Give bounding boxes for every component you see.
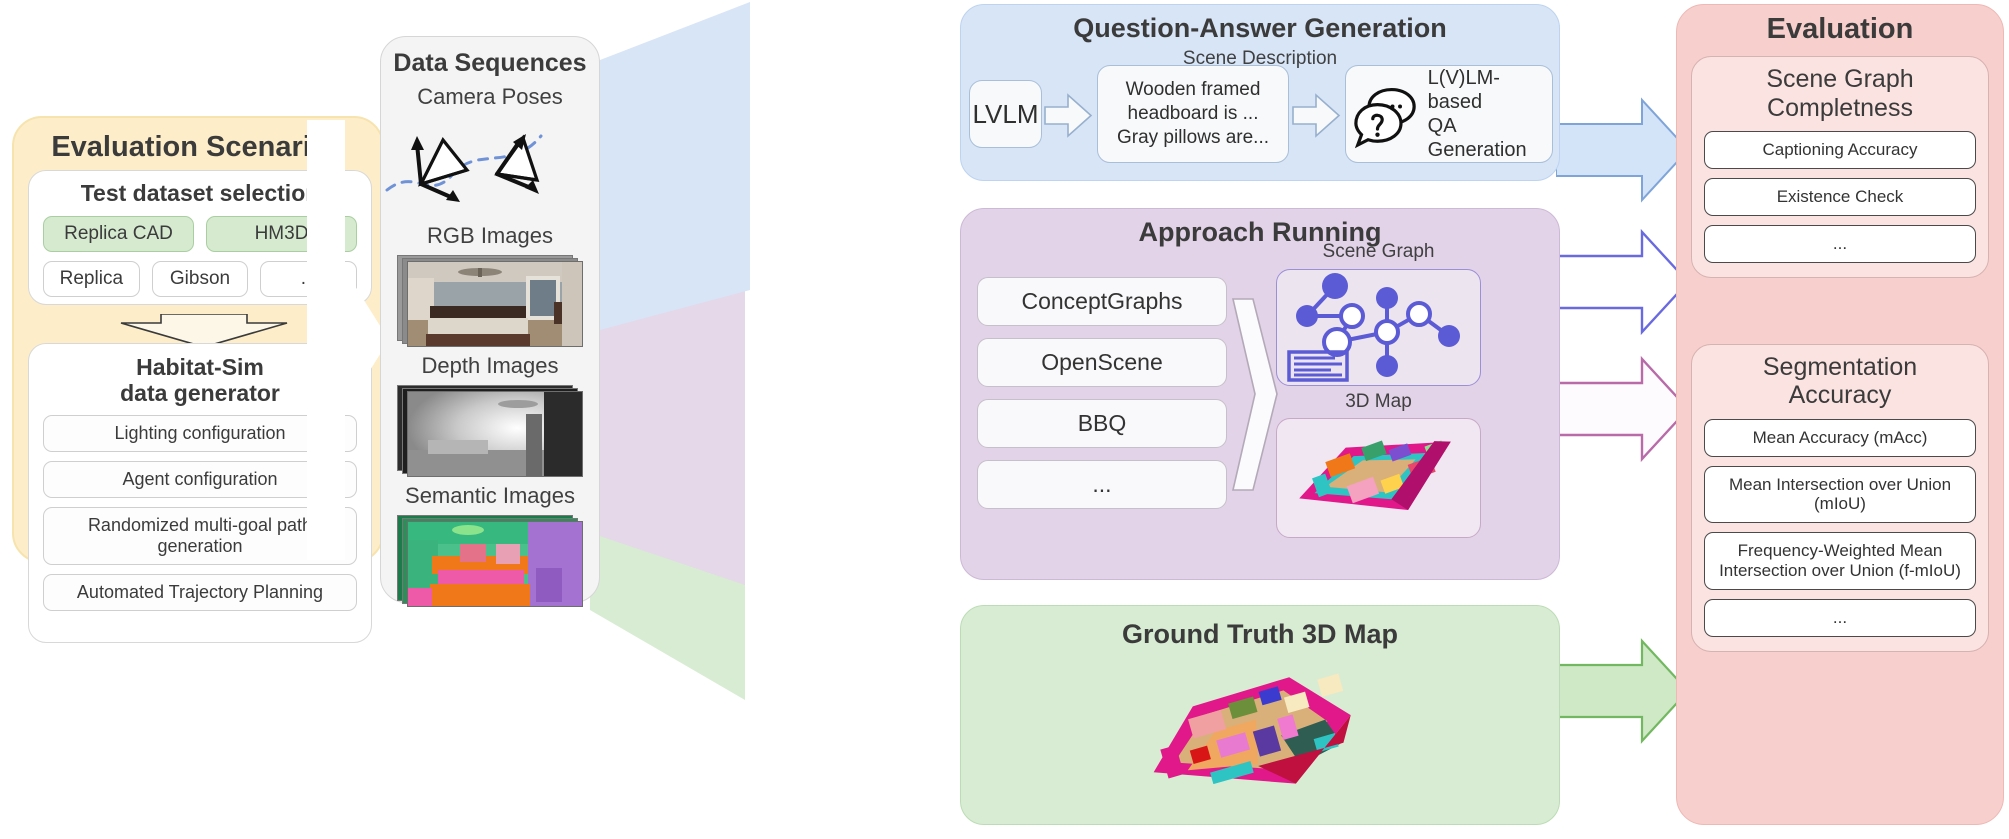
- graph-nodes-icon: [1287, 273, 1460, 382]
- flow-arrow-qa-to-evaluation: [1556, 97, 1690, 203]
- panel-title-data-sequences: Data Sequences: [393, 49, 587, 77]
- panel-data-sequences: Data Sequences Camera Poses RGB Images D…: [380, 36, 600, 607]
- label-camera-poses: Camera Poses: [417, 84, 563, 109]
- panel-evaluation: Evaluation Scene Graph Completness Capti…: [1676, 4, 2004, 825]
- lvlm-box[interactable]: LVLM: [969, 80, 1042, 148]
- habitat-item-trajectory-planning[interactable]: Automated Trajectory Planning: [43, 573, 357, 611]
- flow-arrow-3dmap-to-evaluation: [1556, 355, 1690, 463]
- panel-title-evaluation: Evaluation: [1766, 13, 1914, 45]
- flow-arrow-scenarios-to-data: [307, 120, 389, 560]
- thumbnail-semantic-front: [407, 521, 583, 607]
- point-cloud-map-icon: [1153, 673, 1351, 785]
- fan-connectors: [582, 2, 750, 700]
- panel-title-ground-truth-map: Ground Truth 3D Map: [1122, 619, 1398, 649]
- metric-segmentation-more[interactable]: ...: [1704, 599, 1976, 637]
- eval-group-scene-graph-completness: Scene Graph Completness Captioning Accur…: [1691, 56, 1989, 278]
- gt-map-illustration: [1131, 661, 1391, 816]
- arrow-right-icon-1: [1044, 93, 1093, 138]
- metric-captioning-accuracy[interactable]: Captioning Accuracy: [1704, 131, 1976, 169]
- habitat-title-line2: data generator: [120, 380, 280, 407]
- diagram-canvas: Evaluation Scenarios Test dataset select…: [0, 0, 2009, 839]
- methods-list: ConceptGraphs OpenScene BBQ ...: [977, 277, 1227, 521]
- panel-approach-running: Approach Running ConceptGraphs OpenScene…: [960, 208, 1560, 580]
- qa-generation-box[interactable]: L(V)LM-based QA Generation: [1345, 65, 1553, 163]
- thumbnail-depth-front: [407, 391, 583, 477]
- panel-title-qa-generation: Question-Answer Generation: [1073, 13, 1447, 43]
- speech-bubble-question-icon: [1354, 87, 1416, 149]
- viz-3d-map: [1276, 418, 1481, 538]
- viz-scene-graph: [1276, 269, 1481, 386]
- method-bbq[interactable]: BBQ: [977, 399, 1227, 448]
- thumbnail-depth-stack: [397, 385, 583, 477]
- metric-scene-graph-more[interactable]: ...: [1704, 224, 1976, 263]
- method-conceptgraphs[interactable]: ConceptGraphs: [977, 277, 1227, 326]
- panel-qa-generation: Question-Answer Generation Scene Descrip…: [960, 4, 1560, 181]
- eval-group-title-1: Scene Graph Completness: [1704, 65, 1976, 122]
- label-semantic-images: Semantic Images: [405, 483, 575, 508]
- eval-group-2-line1: Segmentation: [1762, 352, 1918, 381]
- qa-box-text: L(V)LM-based QA Generation: [1428, 66, 1552, 162]
- metric-fmiou[interactable]: Frequency-Weighted Mean Intersection ove…: [1704, 532, 1976, 590]
- dataset-chip-replica[interactable]: Replica: [43, 261, 140, 297]
- scene-description-box: Wooden framed headboard is ... Gray pill…: [1097, 65, 1289, 163]
- qa-box-line2: QA Generation: [1427, 115, 1527, 161]
- label-rgb-images: RGB Images: [427, 223, 553, 248]
- eval-group-2-line2: Accuracy: [1788, 381, 1892, 410]
- metric-mean-accuracy[interactable]: Mean Accuracy (mAcc): [1704, 418, 1976, 457]
- point-cloud-map-icon: [1299, 440, 1451, 511]
- label-depth-images: Depth Images: [421, 353, 559, 378]
- thumbnail-semantic-stack: [397, 515, 583, 607]
- thumbnail-rgb-stack: [397, 255, 583, 347]
- metric-existence-check[interactable]: Existence Check: [1704, 177, 1976, 216]
- eval-group-title-2: Segmentation Accuracy: [1704, 353, 1976, 410]
- arrow-right-icon-2: [1292, 93, 1341, 138]
- label-3d-map: 3D Map: [1345, 391, 1412, 412]
- method-more[interactable]: ...: [977, 460, 1227, 509]
- dataset-chip-replica-cad[interactable]: Replica CAD: [43, 216, 194, 252]
- label-scene-graph: Scene Graph: [1322, 241, 1435, 262]
- camera-poses-icon: [385, 134, 543, 202]
- method-openscene[interactable]: OpenScene: [977, 338, 1227, 387]
- habitat-title-line1: Habitat-Sim: [136, 354, 264, 380]
- eval-group-segmentation-accuracy: Segmentation Accuracy Mean Accuracy (mAc…: [1691, 343, 1989, 652]
- metric-miou[interactable]: Mean Intersection over Union (mIoU): [1704, 465, 1976, 524]
- flow-arrow-gt-to-evaluation: [1556, 638, 1690, 744]
- arrow-right-icon-approach: [1231, 298, 1278, 491]
- panel-ground-truth-3d-map: Ground Truth 3D Map: [960, 605, 1560, 825]
- fan-blue: [600, 2, 750, 330]
- flow-arrow-scenegraph-to-evaluation: [1556, 228, 1690, 336]
- qa-box-line1: L(V)LM-based: [1427, 67, 1500, 113]
- thumbnail-rgb-front: [407, 261, 583, 347]
- dataset-chip-gibson[interactable]: Gibson: [151, 261, 249, 297]
- eval-group-1-line2: Completness: [1767, 93, 1913, 122]
- eval-group-1-line1: Scene Graph: [1766, 65, 1914, 93]
